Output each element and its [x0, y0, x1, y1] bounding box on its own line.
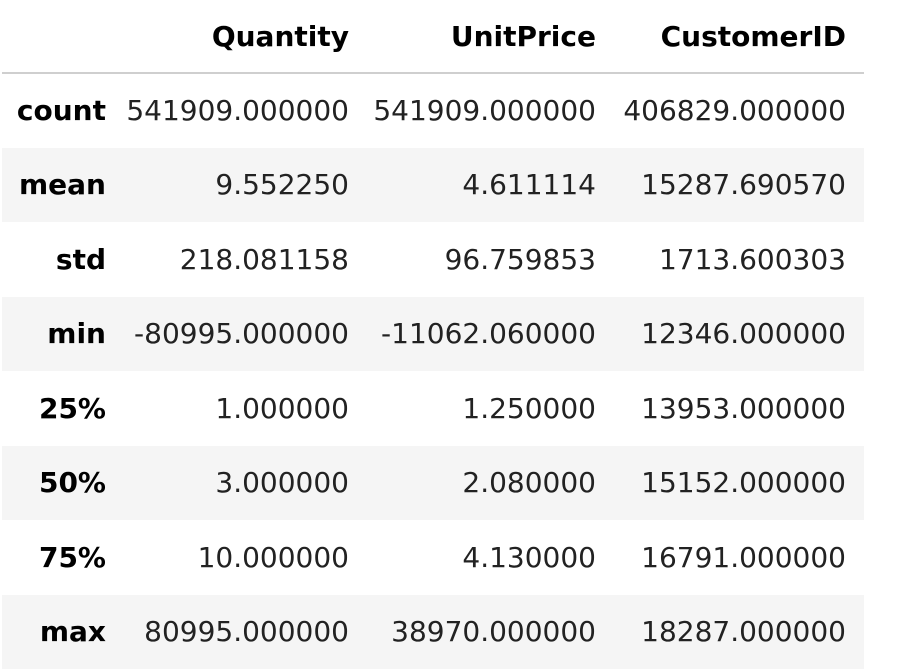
header-quantity: Quantity — [122, 0, 367, 74]
cell-customerid: 16791.000000 — [641, 540, 846, 574]
table-row: count 541909.000000 541909.000000 406829… — [2, 73, 864, 148]
cell-quantity: 3.000000 — [215, 466, 349, 500]
table-row: std 218.081158 96.759853 1713.600303 — [2, 222, 864, 297]
row-index: 75% — [38, 540, 106, 574]
cell-unitprice: 541909.000000 — [373, 94, 596, 128]
cell-quantity: 541909.000000 — [126, 94, 349, 128]
cell-customerid: 15152.000000 — [641, 466, 846, 500]
cell-quantity: 80995.000000 — [144, 615, 349, 649]
row-index: 25% — [38, 391, 106, 425]
table-row: 50% 3.000000 2.080000 15152.000000 — [2, 445, 864, 520]
row-index: count — [16, 94, 106, 128]
row-index: max — [39, 615, 106, 649]
cell-quantity: -80995.000000 — [134, 317, 349, 351]
cell-quantity: 218.081158 — [179, 242, 349, 276]
cell-customerid: 1713.600303 — [658, 242, 846, 276]
table-row: 75% 10.000000 4.130000 16791.000000 — [2, 520, 864, 595]
cell-unitprice: 96.759853 — [444, 242, 596, 276]
table-row: 25% 1.000000 1.250000 13953.000000 — [2, 371, 864, 446]
row-index: 50% — [38, 466, 106, 500]
cell-unitprice: 4.611114 — [462, 168, 596, 202]
header-unitprice: UnitPrice — [367, 0, 614, 74]
table-row: mean 9.552250 4.611114 15287.690570 — [2, 147, 864, 222]
dataframe-output: Quantity UnitPrice CustomerID count 5419… — [2, 0, 864, 670]
table-body: count 541909.000000 541909.000000 406829… — [2, 73, 864, 669]
row-index: min — [47, 317, 106, 351]
table-row: max 80995.000000 38970.000000 18287.0000… — [2, 594, 864, 669]
cell-customerid: 12346.000000 — [641, 317, 846, 351]
table-row: min -80995.000000 -11062.060000 12346.00… — [2, 296, 864, 371]
cell-customerid: 18287.000000 — [641, 615, 846, 649]
cell-unitprice: 1.250000 — [462, 391, 596, 425]
cell-unitprice: 2.080000 — [462, 466, 596, 500]
cell-unitprice: -11062.060000 — [381, 317, 596, 351]
header-index-corner — [2, 0, 122, 74]
table-header: Quantity UnitPrice CustomerID — [2, 0, 864, 74]
describe-table: Quantity UnitPrice CustomerID count 5419… — [2, 0, 864, 669]
cell-unitprice: 4.130000 — [462, 540, 596, 574]
cell-unitprice: 38970.000000 — [391, 615, 596, 649]
row-index: mean — [19, 168, 106, 202]
cell-customerid: 13953.000000 — [641, 391, 846, 425]
cell-quantity: 1.000000 — [215, 391, 349, 425]
header-row: Quantity UnitPrice CustomerID — [2, 0, 864, 74]
row-index: std — [55, 242, 106, 276]
cell-customerid: 15287.690570 — [641, 168, 846, 202]
header-customerid: CustomerID — [614, 0, 864, 74]
cell-quantity: 9.552250 — [215, 168, 349, 202]
cell-customerid: 406829.000000 — [623, 94, 846, 128]
cell-quantity: 10.000000 — [197, 540, 349, 574]
